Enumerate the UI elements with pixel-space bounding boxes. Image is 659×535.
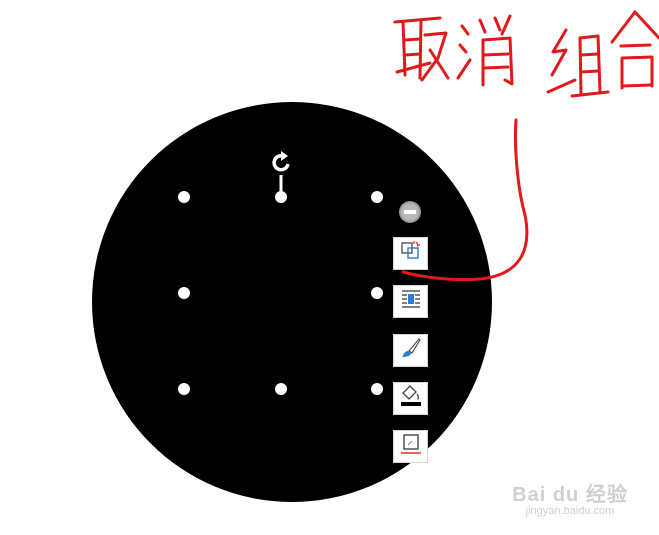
border-icon bbox=[399, 432, 423, 461]
shape-fill-button[interactable] bbox=[393, 382, 428, 415]
collapse-icon[interactable] bbox=[399, 201, 421, 223]
fill-color-icon bbox=[399, 384, 423, 413]
resize-handle-top-left[interactable] bbox=[178, 191, 190, 203]
resize-handle-left[interactable] bbox=[178, 287, 190, 299]
shape-outline-button[interactable] bbox=[393, 430, 428, 463]
shape-style-button[interactable] bbox=[393, 334, 428, 367]
resize-handle-bottom-left[interactable] bbox=[178, 383, 190, 395]
brush-icon bbox=[399, 336, 423, 365]
resize-handle-bottom-right[interactable] bbox=[371, 383, 383, 395]
wrap-text-button[interactable] bbox=[393, 285, 428, 318]
resize-handle-right[interactable] bbox=[371, 287, 383, 299]
ungroup-button[interactable] bbox=[393, 237, 428, 270]
baidu-jingyan-watermark: Bai du 经验 jingyan.baidu.com bbox=[505, 478, 635, 517]
resize-handle-bottom[interactable] bbox=[275, 383, 287, 395]
circle-shape[interactable] bbox=[92, 102, 492, 502]
resize-handle-top[interactable] bbox=[275, 191, 287, 203]
ungroup-icon bbox=[399, 239, 423, 268]
slide-canvas bbox=[92, 10, 659, 502]
wrap-text-icon bbox=[399, 287, 423, 316]
resize-handle-top-right[interactable] bbox=[371, 191, 383, 203]
watermark-brand: Bai du 经验 bbox=[512, 484, 628, 506]
